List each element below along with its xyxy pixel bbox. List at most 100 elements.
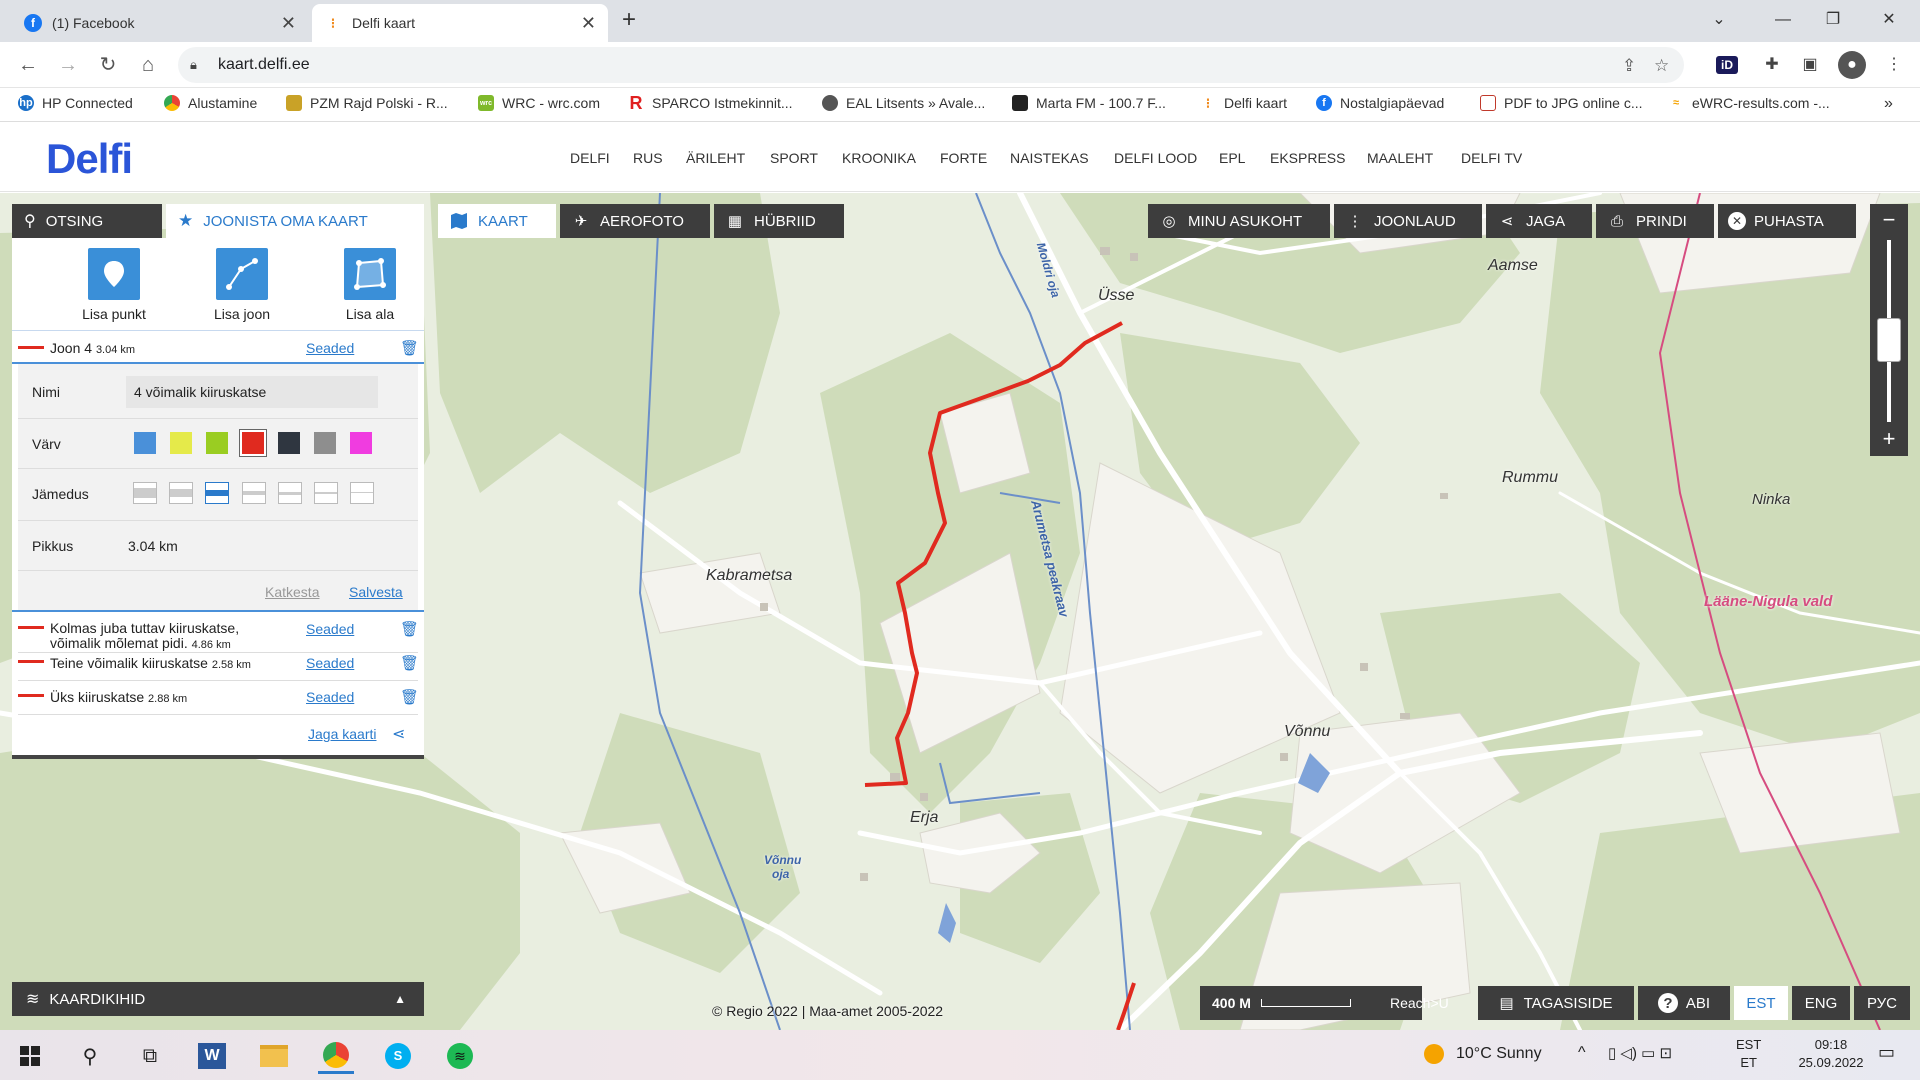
color-swatch-gray[interactable] xyxy=(314,432,336,454)
color-swatch-red-selected[interactable] xyxy=(239,429,267,457)
reach-logo[interactable]: Reach>U xyxy=(1390,995,1449,1011)
add-line-tool[interactable]: Lisa joon xyxy=(202,248,282,322)
thickness-option-4[interactable] xyxy=(242,482,266,504)
nav-delfi[interactable]: DELFI xyxy=(570,150,610,166)
maximize-button[interactable]: ❐ xyxy=(1810,4,1856,36)
close-icon[interactable]: ✕ xyxy=(281,13,296,34)
more-bookmarks-button[interactable]: » xyxy=(1884,95,1893,113)
bookmark-marta-fm[interactable]: Marta FM - 100.7 F... xyxy=(1012,95,1166,111)
bookmark-nostalgiapaevad[interactable]: f Nostalgiapäevad xyxy=(1316,95,1444,111)
thickness-option-2[interactable] xyxy=(169,482,193,504)
search-icon[interactable]: ⚲ xyxy=(72,1038,108,1074)
clock[interactable]: 09:18 25.09.2022 xyxy=(1798,1036,1864,1072)
file-explorer-icon[interactable] xyxy=(256,1038,292,1074)
bookmark-star-icon[interactable]: ☆ xyxy=(1654,56,1669,76)
add-point-tool[interactable]: Lisa punkt xyxy=(74,248,154,322)
zoom-in-button[interactable]: + xyxy=(1870,422,1908,456)
line-settings-link[interactable]: Seaded xyxy=(306,621,354,637)
zoom-slider-handle[interactable] xyxy=(1877,318,1901,362)
thickness-option-1[interactable] xyxy=(133,482,157,504)
current-line-settings-link[interactable]: Seaded xyxy=(306,340,354,356)
bookmark-delfi-kaart[interactable]: ⁝ Delfi kaart xyxy=(1200,95,1287,112)
share-map-link[interactable]: Jaga kaarti xyxy=(308,726,376,742)
new-tab-button[interactable]: + xyxy=(622,6,636,34)
bookmark-sparco[interactable]: R SPARCO Istmekinnit... xyxy=(628,93,793,113)
print-button[interactable]: ⎙ PRINDI xyxy=(1596,204,1714,238)
clear-button[interactable]: ✕ PUHASTA xyxy=(1718,204,1856,238)
nav-epl[interactable]: EPL xyxy=(1219,150,1245,166)
map-layers-bar[interactable]: ≋ KAARDIKIHID ▲ xyxy=(12,982,424,1016)
save-link[interactable]: Salvesta xyxy=(349,584,403,600)
task-view-icon[interactable]: ⧉ xyxy=(132,1038,168,1074)
lock-icon[interactable]: 🔒︎ xyxy=(190,57,197,73)
nav-kroonika[interactable]: KROONIKA xyxy=(842,150,916,166)
extensions-puzzle-icon[interactable]: ✚ xyxy=(1758,51,1786,79)
view-hybriid-button[interactable]: ▦ HÜBRIID xyxy=(714,204,844,238)
lang-est-button[interactable]: EST xyxy=(1734,986,1788,1020)
tab-facebook[interactable]: f (1) Facebook ✕ xyxy=(12,4,308,42)
bookmark-hp-connected[interactable]: hp HP Connected xyxy=(18,95,133,111)
color-swatch-yellow[interactable] xyxy=(170,432,192,454)
lang-eng-button[interactable]: ENG xyxy=(1792,986,1850,1020)
line-settings-link[interactable]: Seaded xyxy=(306,655,354,671)
bookmark-pdf-to-jpg[interactable]: PDF to JPG online c... xyxy=(1480,95,1643,111)
input-language[interactable]: EST ET xyxy=(1736,1036,1761,1072)
id-extension-icon[interactable]: iD xyxy=(1716,56,1738,74)
color-swatch-dark[interactable] xyxy=(278,432,300,454)
share-icon[interactable]: ⋖ xyxy=(392,724,405,744)
bookmark-eal[interactable]: EAL Litsents » Avale... xyxy=(822,95,985,111)
close-icon[interactable]: ✕ xyxy=(581,13,596,34)
tab-delfi-kaart[interactable]: ⁝ Delfi kaart ✕ xyxy=(312,4,608,42)
reload-button[interactable]: ↻ xyxy=(92,49,124,81)
tab-otsing[interactable]: ⚲ OTSING xyxy=(12,204,162,238)
nav-arileht[interactable]: ÄRILEHT xyxy=(686,150,745,166)
help-button[interactable]: ? ABI xyxy=(1638,986,1730,1020)
nav-ekspress[interactable]: EKSPRESS xyxy=(1270,150,1345,166)
side-panel-icon[interactable]: ▣ xyxy=(1796,51,1824,79)
menu-kebab-icon[interactable]: ⋮ xyxy=(1880,51,1908,79)
minimize-button[interactable]: — xyxy=(1760,4,1806,36)
nav-maaleht[interactable]: MAALEHT xyxy=(1367,150,1433,166)
nav-delfi-lood[interactable]: DELFI LOOD xyxy=(1114,150,1197,166)
tab-joonista-oma-kaart[interactable]: ★ JOONISTA OMA KAART xyxy=(166,204,424,238)
line-name-input[interactable] xyxy=(126,376,378,408)
notifications-icon[interactable]: ▭ xyxy=(1878,1042,1895,1063)
trash-icon[interactable]: 🗑︎ xyxy=(400,688,419,706)
share-page-icon[interactable]: ⇪ xyxy=(1622,56,1636,76)
my-location-button[interactable]: ◎ MINU ASUKOHT xyxy=(1148,204,1330,238)
nav-rus[interactable]: RUS xyxy=(633,150,663,166)
system-tray-icons[interactable]: ▯ ◁) ▭ ⊡ xyxy=(1608,1044,1672,1062)
zoom-out-button[interactable]: − xyxy=(1870,204,1908,238)
nav-naistekas[interactable]: NAISTEKAS xyxy=(1010,150,1089,166)
back-button[interactable]: ← xyxy=(12,49,44,81)
thickness-option-7[interactable] xyxy=(350,482,374,504)
bookmark-wrc[interactable]: wrc WRC - wrc.com xyxy=(478,95,600,111)
color-swatch-blue[interactable] xyxy=(134,432,156,454)
bookmark-pzm[interactable]: PZM Rajd Polski - R... xyxy=(286,95,448,111)
trash-icon[interactable]: 🗑︎ xyxy=(400,339,419,357)
trash-icon[interactable]: 🗑︎ xyxy=(400,620,419,638)
bookmark-ewrc[interactable]: ≈ eWRC-results.com -... xyxy=(1668,95,1830,111)
lang-rus-button[interactable]: РУС xyxy=(1854,986,1910,1020)
skype-icon[interactable]: S xyxy=(380,1038,416,1074)
ruler-button[interactable]: ⋮ JOONLAUD xyxy=(1334,204,1482,238)
profile-avatar[interactable]: ● xyxy=(1838,51,1866,79)
windows-start-icon[interactable] xyxy=(12,1038,48,1074)
feedback-button[interactable]: ▤ TAGASISIDE xyxy=(1478,986,1634,1020)
color-swatch-magenta[interactable] xyxy=(350,432,372,454)
view-kaart-button[interactable]: KAART xyxy=(438,204,556,238)
cancel-link[interactable]: Katkesta xyxy=(265,584,319,600)
bookmark-alustamine[interactable]: Alustamine xyxy=(164,95,257,111)
nav-sport[interactable]: SPORT xyxy=(770,150,818,166)
thickness-option-6[interactable] xyxy=(314,482,338,504)
window-close-button[interactable]: ✕ xyxy=(1866,4,1912,36)
thickness-option-3-selected[interactable] xyxy=(205,482,229,504)
view-aerofoto-button[interactable]: ✈︎ AEROFOTO xyxy=(560,204,710,238)
trash-icon[interactable]: 🗑︎ xyxy=(400,654,419,672)
chevron-up-icon[interactable]: ^ xyxy=(1578,1044,1586,1062)
nav-forte[interactable]: FORTE xyxy=(940,150,987,166)
forward-button[interactable]: → xyxy=(52,49,84,81)
share-map-button[interactable]: ⋖ JAGA xyxy=(1486,204,1592,238)
color-swatch-green[interactable] xyxy=(206,432,228,454)
nav-delfi-tv[interactable]: DELFI TV xyxy=(1461,150,1522,166)
